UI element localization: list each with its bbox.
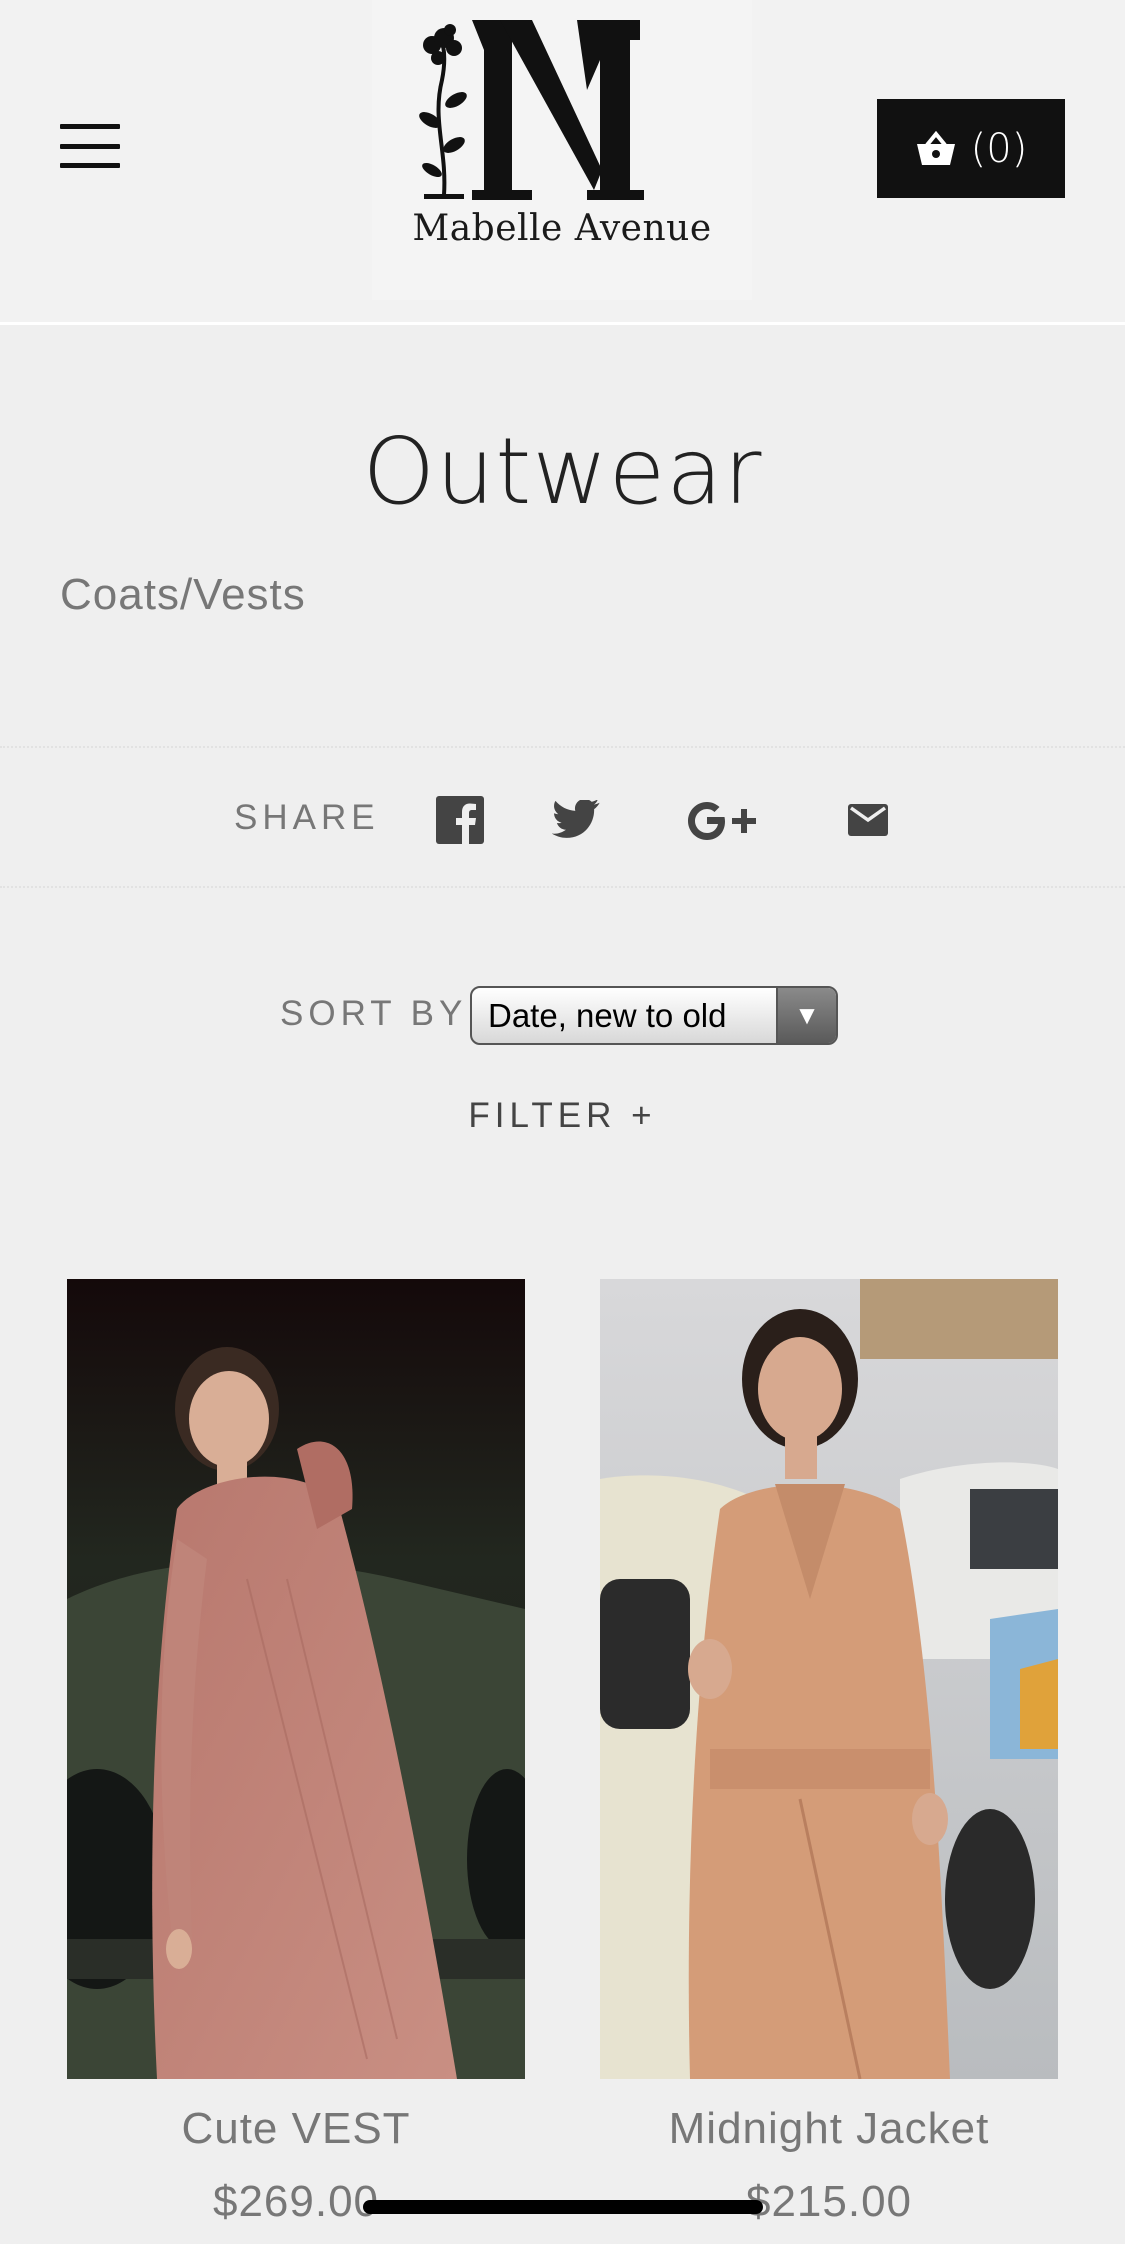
product-name[interactable]: Midnight Jacket: [600, 2104, 1058, 2154]
cart-button[interactable]: (0): [877, 99, 1065, 198]
twitter-icon[interactable]: [551, 798, 600, 844]
email-icon[interactable]: [848, 804, 888, 840]
page-title: Outwear: [362, 418, 763, 525]
cart-count: (0): [970, 125, 1028, 172]
product-image[interactable]: [600, 1279, 1058, 2079]
collection-description: Coats/Vests: [60, 570, 306, 619]
product-name[interactable]: Cute VEST: [67, 2104, 525, 2154]
logo-wordmark: Mabelle Avenue: [412, 208, 712, 249]
chevron-down-icon: ▼: [776, 988, 836, 1043]
site-header: Mabelle Avenue (0): [0, 0, 1125, 325]
share-label: SHARE: [234, 798, 380, 837]
sort-selected-value: Date, new to old: [488, 997, 727, 1034]
sort-select[interactable]: Date, new to old ▼: [470, 986, 838, 1045]
store-logo[interactable]: Mabelle Avenue: [372, 0, 752, 300]
hamburger-menu-icon[interactable]: [60, 124, 120, 168]
shopping-basket-icon: [916, 130, 955, 165]
filter-toggle[interactable]: FILTER +: [0, 1096, 1125, 1136]
home-indicator[interactable]: [363, 2200, 763, 2214]
facebook-icon[interactable]: [436, 796, 484, 848]
share-bar: SHARE: [0, 746, 1125, 888]
logo-monogram-m: [419, 20, 644, 200]
google-plus-icon[interactable]: [686, 800, 762, 846]
sort-label: SORT BY: [280, 994, 468, 1033]
product-image[interactable]: [67, 1279, 525, 2079]
